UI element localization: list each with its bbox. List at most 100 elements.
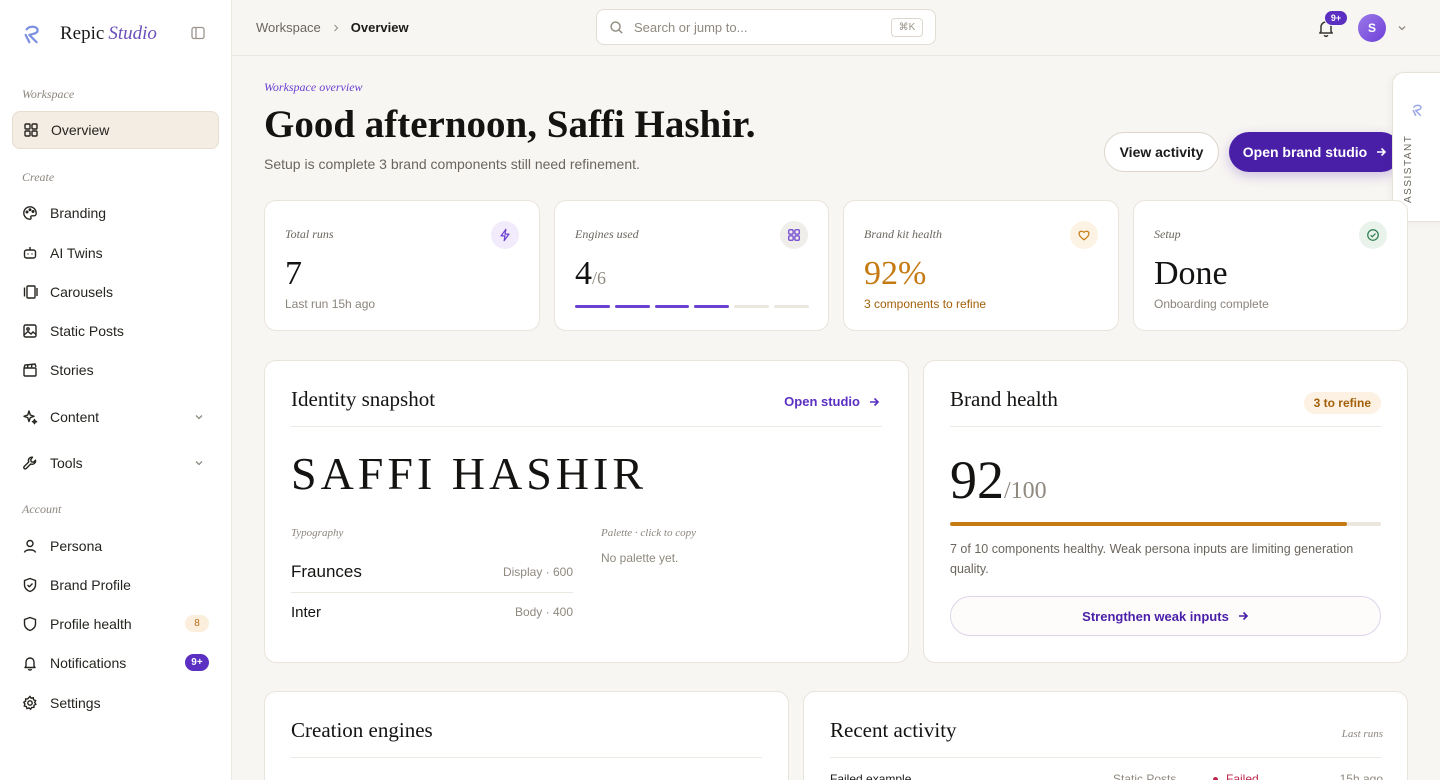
sidebar-item-label: Notifications [50, 655, 127, 671]
sidebar-item-tools[interactable]: Tools [12, 444, 219, 482]
sidebar-item-branding[interactable]: Branding [12, 194, 219, 232]
bell-icon [22, 655, 38, 671]
sidebar-item-overview[interactable]: Overview [12, 111, 219, 149]
sidebar-item-persona[interactable]: Persona [12, 527, 219, 565]
gear-icon [22, 695, 38, 711]
font-row-display: Fraunces Display · 600 [291, 552, 573, 592]
wrench-icon [22, 455, 38, 471]
topbar: Workspace Overview ⌘K 9+ S [232, 0, 1440, 56]
font-meta: Body · 400 [514, 605, 573, 619]
brand-wordmark: SAFFI HASHIR [291, 448, 648, 499]
status-dot [1213, 776, 1218, 780]
chevron-down-icon[interactable] [1396, 22, 1408, 34]
health-description: 7 of 10 components healthy. Weak persona… [950, 542, 1354, 576]
brand-logo[interactable]: Repic Studio [22, 20, 157, 48]
chevron-right-icon [331, 23, 341, 33]
sidebar-item-profile-health[interactable]: Profile health 8 [12, 605, 219, 643]
engine-segment [774, 305, 809, 308]
font-name: Fraunces [291, 562, 362, 581]
heart-icon [1070, 221, 1098, 249]
sidebar: Repic Studio Workspace Overview Create Br… [0, 0, 232, 780]
notifications-badge: 9+ [185, 654, 209, 671]
breadcrumb: Workspace Overview [256, 20, 409, 35]
sidebar-item-label: Overview [51, 122, 110, 138]
search-shortcut: ⌘K [891, 18, 923, 37]
arrow-right-icon [870, 397, 880, 406]
chevron-down-icon [195, 461, 203, 466]
open-brand-studio-button[interactable]: Open brand studio [1229, 132, 1401, 172]
page-subtitle: Setup is complete 3 brand components sti… [264, 156, 640, 172]
brand-health-card: Brand health 3 to refine 92/100 7 of 10 … [923, 360, 1408, 663]
sidebar-item-content[interactable]: Content [12, 398, 219, 436]
palette-label: Palette · click to copy [601, 527, 696, 539]
grid-icon [780, 221, 808, 249]
font-meta: Display · 600 [502, 565, 573, 579]
repic-logo-icon [24, 25, 39, 44]
grid-icon [23, 122, 39, 138]
activity-time: 15h ago [1339, 772, 1383, 780]
sidebar-item-carousels[interactable]: Carousels [12, 273, 219, 311]
breadcrumb-workspace[interactable]: Workspace [256, 20, 321, 35]
activity-row[interactable]: Failed example Static Posts Failed 15h a… [830, 772, 1383, 780]
engine-segment [575, 305, 610, 308]
engines-progress-segments [575, 305, 809, 308]
activity-name: Failed example [830, 772, 912, 780]
sidebar-collapse-icon[interactable] [190, 25, 206, 41]
open-studio-label: Open studio [784, 394, 860, 409]
sidebar-item-label: Tools [50, 455, 83, 471]
divider [830, 757, 1381, 758]
shield-icon [22, 616, 38, 632]
stat-value: 92% [864, 255, 927, 292]
sidebar-item-settings[interactable]: Settings [12, 684, 219, 722]
stat-label: Brand kit health [864, 227, 942, 241]
bolt-icon [491, 221, 519, 249]
stat-subtext: Last run 15h ago [285, 297, 376, 311]
creation-engines-card: Creation engines [264, 691, 789, 780]
sidebar-item-notifications[interactable]: Notifications 9+ [12, 644, 219, 682]
bot-icon [22, 245, 38, 261]
section-label-account: Account [22, 502, 62, 516]
stat-value: 7 [285, 255, 302, 292]
arrow-right-icon [1238, 611, 1248, 621]
sidebar-item-label: Brand Profile [50, 577, 131, 593]
engine-segment [654, 305, 690, 308]
user-icon [22, 538, 38, 554]
open-studio-link[interactable]: Open studio [784, 394, 880, 409]
sidebar-item-static-posts[interactable]: Static Posts [12, 312, 219, 350]
card-title: Recent activity [830, 718, 957, 742]
sparkle-icon [22, 409, 38, 425]
avatar[interactable]: S [1358, 14, 1386, 42]
engine-segment [614, 305, 650, 308]
sidebar-item-ai-twins[interactable]: AI Twins [12, 234, 219, 272]
stat-value: 4/6 [575, 255, 607, 292]
activity-status: Failed [1213, 772, 1329, 780]
sidebar-item-stories[interactable]: Stories [12, 351, 219, 389]
palette-icon [22, 205, 38, 221]
strengthen-label: Strengthen weak inputs [1082, 608, 1229, 624]
card-title: Brand health [950, 387, 1058, 411]
sidebar-item-label: AI Twins [50, 245, 103, 261]
chevron-down-icon [195, 415, 203, 420]
divider [950, 426, 1381, 427]
arrow-right-icon [1377, 147, 1387, 157]
search-input[interactable] [634, 19, 874, 35]
search-icon [610, 20, 623, 34]
sidebar-item-brand-profile[interactable]: Brand Profile [12, 566, 219, 604]
sidebar-item-label: Branding [50, 205, 107, 221]
search-box[interactable]: ⌘K [596, 9, 936, 45]
sidebar-item-label: Profile health [50, 616, 132, 632]
view-activity-button[interactable]: View activity [1104, 132, 1219, 172]
stat-value: Done [1154, 255, 1228, 292]
image-icon [22, 323, 38, 339]
identity-snapshot-card: Identity snapshot Open studio SAFFI HASH… [264, 360, 909, 663]
sidebar-item-label: Settings [50, 695, 101, 711]
engine-segment [694, 305, 730, 308]
divider [291, 426, 882, 427]
activity-meta: Last runs [1341, 728, 1383, 740]
divider [291, 757, 762, 758]
strengthen-weak-inputs-button[interactable]: Strengthen weak inputs [950, 596, 1381, 636]
health-score: 92/100 [950, 450, 1047, 510]
repic-logo-icon [1412, 104, 1422, 117]
stat-label: Setup [1154, 227, 1181, 241]
stat-card-total-runs: Total runs 7 Last run 15h ago [264, 200, 540, 331]
